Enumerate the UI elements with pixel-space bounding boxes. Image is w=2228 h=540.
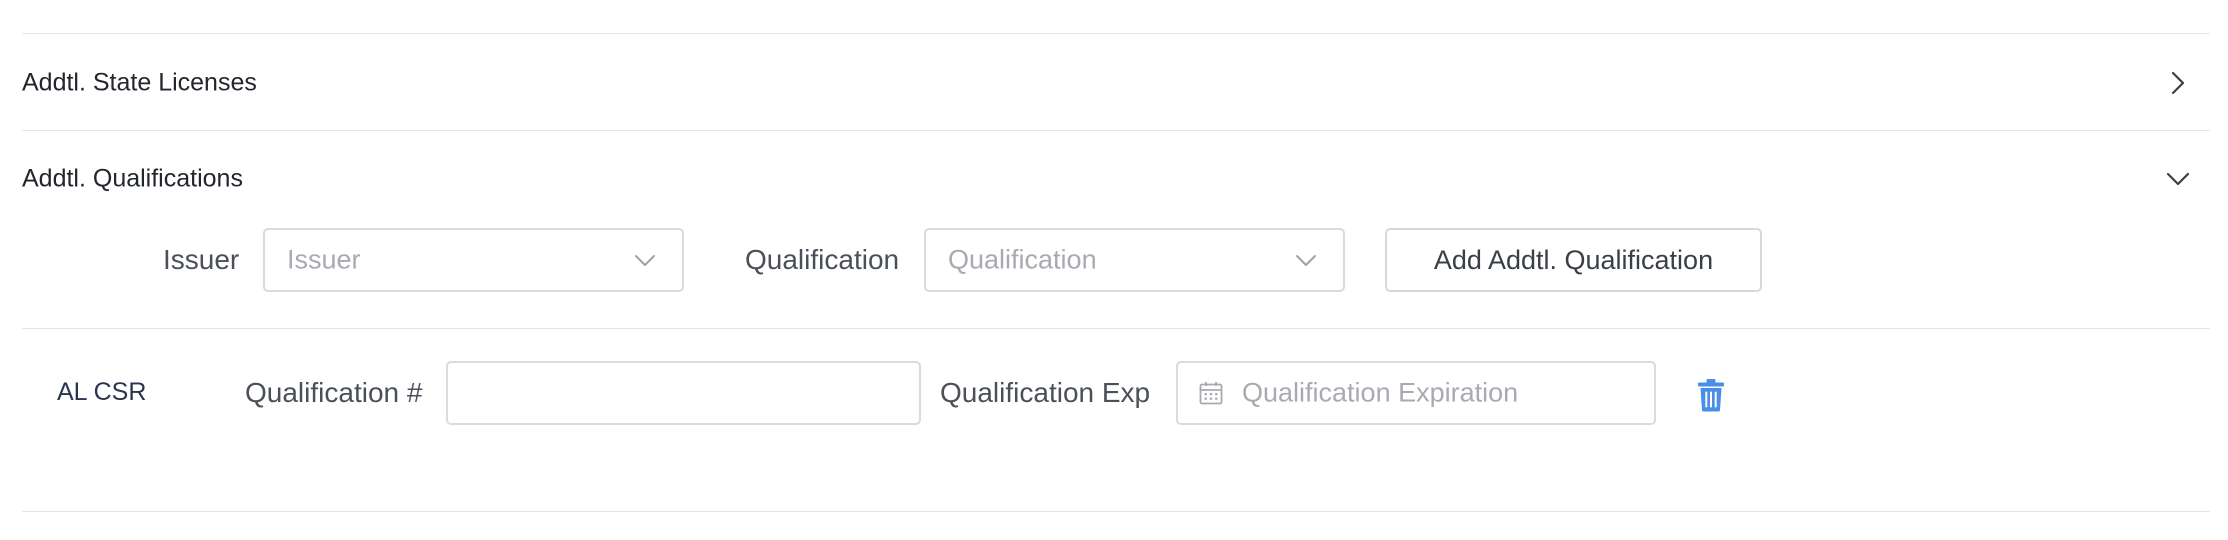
qualification-exp-label: Qualification Exp <box>940 377 1151 408</box>
trash-icon[interactable] <box>1696 378 1726 412</box>
issuer-select[interactable]: Issuer <box>263 228 684 292</box>
qualification-expiration-placeholder: Qualification Expiration <box>1242 377 1519 408</box>
issuer-select-placeholder: Issuer <box>287 244 361 275</box>
section-title-qualifications: Addtl. Qualifications <box>22 164 243 193</box>
qualification-label: Qualification <box>745 244 900 275</box>
top-divider <box>22 33 2210 34</box>
form-divider <box>22 328 2210 329</box>
qualification-number-label: Qualification # <box>245 377 423 408</box>
issuer-label: Issuer <box>163 244 240 275</box>
chevron-down-icon <box>2164 165 2192 193</box>
chevron-down-icon <box>632 247 658 273</box>
section-header-state-licenses[interactable]: Addtl. State Licenses <box>22 53 2210 113</box>
section-title-state-licenses: Addtl. State Licenses <box>22 68 257 97</box>
qualification-code: AL CSR <box>57 378 147 406</box>
qualification-expiration-picker[interactable]: Qualification Expiration <box>1176 361 1656 425</box>
qualification-select[interactable]: Qualification <box>924 228 1345 292</box>
calendar-icon <box>1198 380 1224 406</box>
qualification-select-placeholder: Qualification <box>948 244 1097 275</box>
bottom-divider <box>22 511 2210 512</box>
section-header-qualifications[interactable]: Addtl. Qualifications <box>22 149 2210 209</box>
add-qualification-button[interactable]: Add Addtl. Qualification <box>1385 228 1762 292</box>
qualification-number-input[interactable] <box>446 361 921 425</box>
section-divider <box>22 130 2210 131</box>
chevron-right-icon <box>2164 69 2192 97</box>
chevron-down-icon <box>1293 247 1319 273</box>
